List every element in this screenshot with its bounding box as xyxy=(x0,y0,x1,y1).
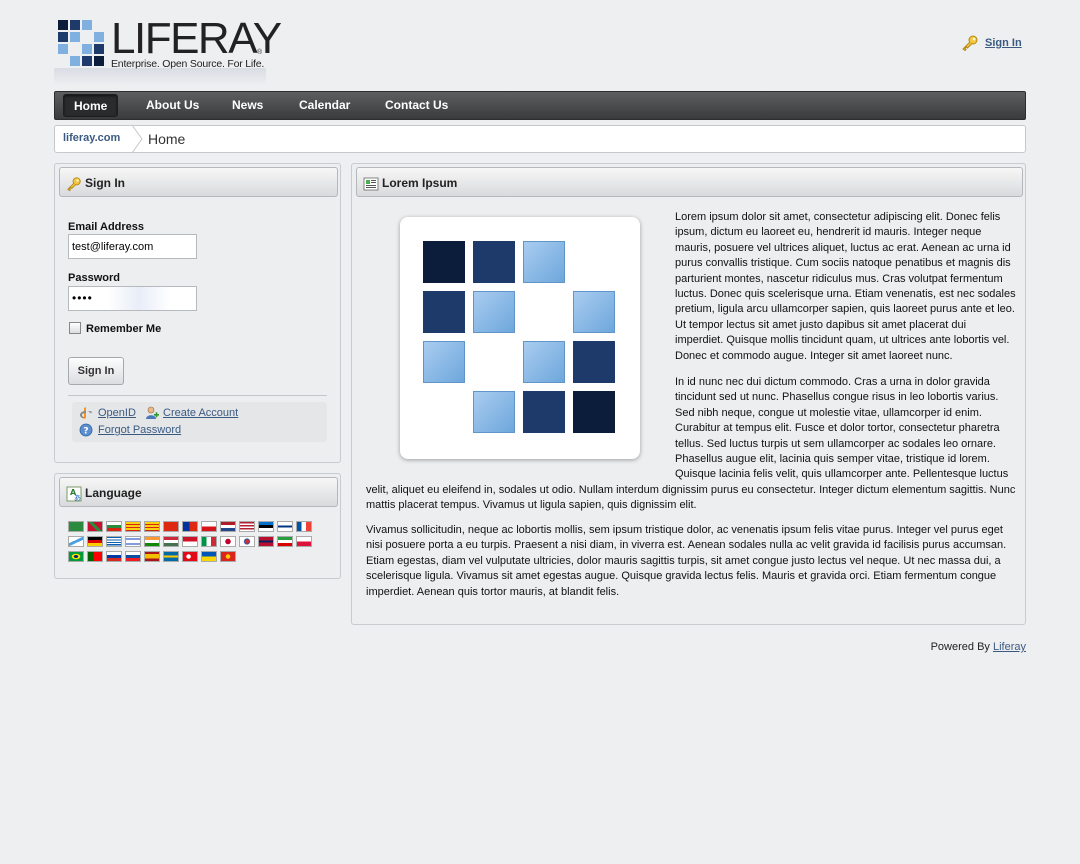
czech-flag[interactable] xyxy=(201,521,217,532)
norway-flag[interactable] xyxy=(258,536,274,547)
spain-flag[interactable] xyxy=(144,551,160,562)
catalonia-flag[interactable] xyxy=(125,521,141,532)
email-label: Email Address xyxy=(68,221,145,233)
slovakia-flag[interactable] xyxy=(125,551,141,562)
forgot-password-link[interactable]: Forgot Password xyxy=(98,424,181,436)
article-paragraph-1: Lorem ipsum dolor sit amet, consectetur … xyxy=(675,211,1016,362)
logo-square xyxy=(473,291,515,333)
svg-text:?: ? xyxy=(83,427,88,437)
hungary-flag[interactable] xyxy=(163,536,179,547)
catalonia-flag[interactable] xyxy=(144,521,160,532)
header-sign-in[interactable]: Sign In xyxy=(961,35,1022,51)
korea-flag[interactable] xyxy=(239,536,255,547)
breadcrumb-separator-icon xyxy=(131,125,143,153)
nav-item-calendar[interactable]: Calendar xyxy=(289,94,360,117)
logo-square xyxy=(523,241,565,283)
liferay-footer-link[interactable]: Liferay xyxy=(993,641,1026,653)
logo-square xyxy=(423,291,465,333)
language-portlet: A あ Language xyxy=(54,473,341,579)
logo-square xyxy=(423,241,465,283)
remember-me-label: Remember Me xyxy=(86,323,162,335)
finland-flag[interactable] xyxy=(277,521,293,532)
germany-flag[interactable] xyxy=(87,536,103,547)
logo-mark-icon xyxy=(54,16,104,66)
italy-flag[interactable] xyxy=(201,536,217,547)
breadcrumb-current-page: Home xyxy=(148,131,186,147)
add-user-icon xyxy=(146,406,159,419)
nav-item-news[interactable]: News xyxy=(222,94,273,117)
sign-in-portlet: Sign In Email Address Password Remember … xyxy=(54,163,341,463)
nav-item-contact-us[interactable]: Contact Us xyxy=(375,94,458,117)
israel-flag[interactable] xyxy=(125,536,141,547)
main-navigation: Home About Us News Calendar Contact Us xyxy=(54,91,1026,120)
vietnam-flag[interactable] xyxy=(220,551,236,562)
sign-in-portlet-title: Sign In xyxy=(85,176,125,190)
india-flag[interactable] xyxy=(144,536,160,547)
content-portlet-title: Lorem Ipsum xyxy=(382,176,458,190)
remember-me-checkbox[interactable] xyxy=(69,322,81,334)
turkey-flag[interactable] xyxy=(182,551,198,562)
footer: Powered By Liferay xyxy=(931,641,1026,653)
svg-text:あ: あ xyxy=(74,494,81,502)
portugal-flag[interactable] xyxy=(87,551,103,562)
logo-registered-mark: ® xyxy=(257,49,263,56)
language-portlet-header: A あ Language xyxy=(59,477,338,507)
lorem-ipsum-portlet: Lorem Ipsum Lorem ipsum dolor sit amet, … xyxy=(351,163,1026,625)
divider xyxy=(68,395,327,396)
language-portlet-title: Language xyxy=(85,486,142,500)
taiwan-flag[interactable] xyxy=(182,521,198,532)
basque-flag[interactable] xyxy=(87,521,103,532)
brazil-flag[interactable] xyxy=(68,551,84,562)
sign-in-button[interactable]: Sign In xyxy=(68,357,124,385)
password-field[interactable] xyxy=(68,286,197,311)
email-field[interactable] xyxy=(68,234,197,259)
sweden-flag[interactable] xyxy=(163,551,179,562)
saudi-arabia-flag[interactable] xyxy=(68,521,84,532)
russia-flag[interactable] xyxy=(106,551,122,562)
powered-by-label: Powered By xyxy=(930,641,990,653)
usa-flag[interactable] xyxy=(239,521,255,532)
sign-in-portlet-header: Sign In xyxy=(59,167,338,197)
article-icon xyxy=(363,177,379,191)
openid-link[interactable]: OpenID xyxy=(98,407,136,419)
logo-square xyxy=(573,291,615,333)
sign-in-links: OpenID Create Account ? Forgot Password xyxy=(72,402,327,442)
nav-item-home[interactable]: Home xyxy=(63,94,119,117)
japan-flag[interactable] xyxy=(220,536,236,547)
content-portlet-header: Lorem Ipsum xyxy=(356,167,1023,197)
nav-item-about-us[interactable]: About Us xyxy=(136,94,209,117)
greece-flag[interactable] xyxy=(106,536,122,547)
ukraine-flag[interactable] xyxy=(201,551,217,562)
article-paragraph-2: In id nunc nec dui dictum commodo. Cras … xyxy=(366,375,1016,514)
indonesia-flag[interactable] xyxy=(182,536,198,547)
password-label: Password xyxy=(68,272,120,284)
liferay-logo[interactable]: LIFERAY ® Enterprise. Open Source. For L… xyxy=(54,14,282,86)
help-icon: ? xyxy=(79,423,93,437)
galicia-flag[interactable] xyxy=(68,536,84,547)
logo-square xyxy=(473,241,515,283)
article-paragraph-3: Vivamus sollicitudin, neque ac lobortis … xyxy=(366,524,1007,598)
language-icon: A あ xyxy=(66,486,82,502)
china-flag[interactable] xyxy=(163,521,179,532)
netherlands-flag[interactable] xyxy=(220,521,236,532)
openid-icon xyxy=(80,407,92,419)
estonia-flag[interactable] xyxy=(258,521,274,532)
poland-flag[interactable] xyxy=(296,536,312,547)
create-account-link[interactable]: Create Account xyxy=(163,407,238,419)
key-icon xyxy=(962,35,978,51)
sign-in-link[interactable]: Sign In xyxy=(985,37,1022,49)
breadcrumb-site-link[interactable]: liferay.com xyxy=(63,132,120,144)
breadcrumb: liferay.com Home xyxy=(54,125,1026,153)
logo-reflection xyxy=(54,68,266,86)
float-spacer xyxy=(366,375,675,475)
bulgaria-flag[interactable] xyxy=(106,521,122,532)
france-flag[interactable] xyxy=(296,521,312,532)
key-icon xyxy=(67,177,81,192)
iran-flag[interactable] xyxy=(277,536,293,547)
